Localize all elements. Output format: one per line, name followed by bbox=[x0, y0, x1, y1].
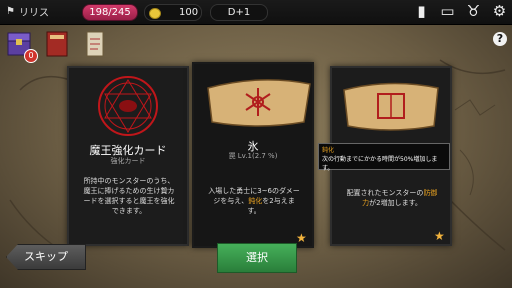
card-subtitle: 強化カード bbox=[110, 157, 146, 165]
skip-button[interactable]: スキップ bbox=[6, 244, 86, 270]
desc-text-a: 配置されたモンスターの bbox=[346, 189, 424, 197]
star-icon: ★ bbox=[434, 229, 445, 243]
top-bar: ⚑ リリス 198/245 100 D+1 ▮ ▭ ♉ ⚙ bbox=[0, 0, 512, 25]
card-ice-trap[interactable]: 氷 罠 Lv.1(2.7 %) 入場した勇士に3~6のダメージを与え、鈍化を2与… bbox=[192, 62, 314, 248]
flag-icon: ⚑ bbox=[6, 6, 15, 17]
desc-text-b: が2増加します。 bbox=[369, 199, 422, 207]
tooltip-title: 鈍化 bbox=[322, 147, 335, 154]
gold-counter: 100 bbox=[144, 4, 202, 21]
cards-icon[interactable]: ▮ bbox=[413, 3, 430, 20]
ice-scroll-icon bbox=[207, 79, 311, 127]
card-description: 入場した勇士に3~6のダメージを与え、鈍化を2与えます。 bbox=[208, 186, 300, 216]
coin-icon bbox=[149, 8, 161, 19]
select-button[interactable]: 選択 bbox=[217, 243, 297, 273]
tooltip-slow: 鈍化 次の行動までにかかる時間が50%増加します。 bbox=[318, 143, 450, 172]
magic-circle-icon bbox=[98, 76, 158, 136]
spellbook-icon[interactable] bbox=[44, 29, 70, 59]
desc-highlight: 鈍化 bbox=[248, 197, 263, 205]
card-demon-upgrade[interactable]: 魔王強化カード 強化カード 所持中のモンスターのうち、魔王に捧げるための生け贄カ… bbox=[67, 66, 189, 246]
hp-bar: 198/245 bbox=[82, 4, 138, 21]
barrier-scroll-icon bbox=[343, 82, 439, 131]
player-name: リリス bbox=[18, 8, 49, 19]
card-level: 罠 Lv.1(2.7 %) bbox=[228, 152, 278, 160]
monster-icon[interactable]: ♉ bbox=[465, 3, 482, 20]
scroll-icon[interactable] bbox=[82, 29, 108, 59]
gold-value: 100 bbox=[179, 7, 199, 18]
player-info: ⚑ リリス bbox=[6, 4, 49, 19]
card-description: 所持中のモンスターのうち、魔王に捧げるための生け贄カードを選択すると魔王を強化で… bbox=[83, 177, 175, 215]
day-counter: D+1 bbox=[210, 4, 268, 21]
help-button[interactable]: ? bbox=[493, 32, 507, 46]
gear-icon[interactable]: ⚙ bbox=[491, 3, 508, 20]
card-description: 配置されたモンスターの防御力が2増加します。 bbox=[346, 188, 438, 208]
tooltip-body: 次の行動までにかかる時間が50%増加します。 bbox=[322, 156, 438, 172]
book-icon[interactable]: ▭ bbox=[439, 3, 456, 20]
chest-badge: 0 bbox=[24, 49, 38, 63]
star-icon: ★ bbox=[296, 231, 307, 245]
